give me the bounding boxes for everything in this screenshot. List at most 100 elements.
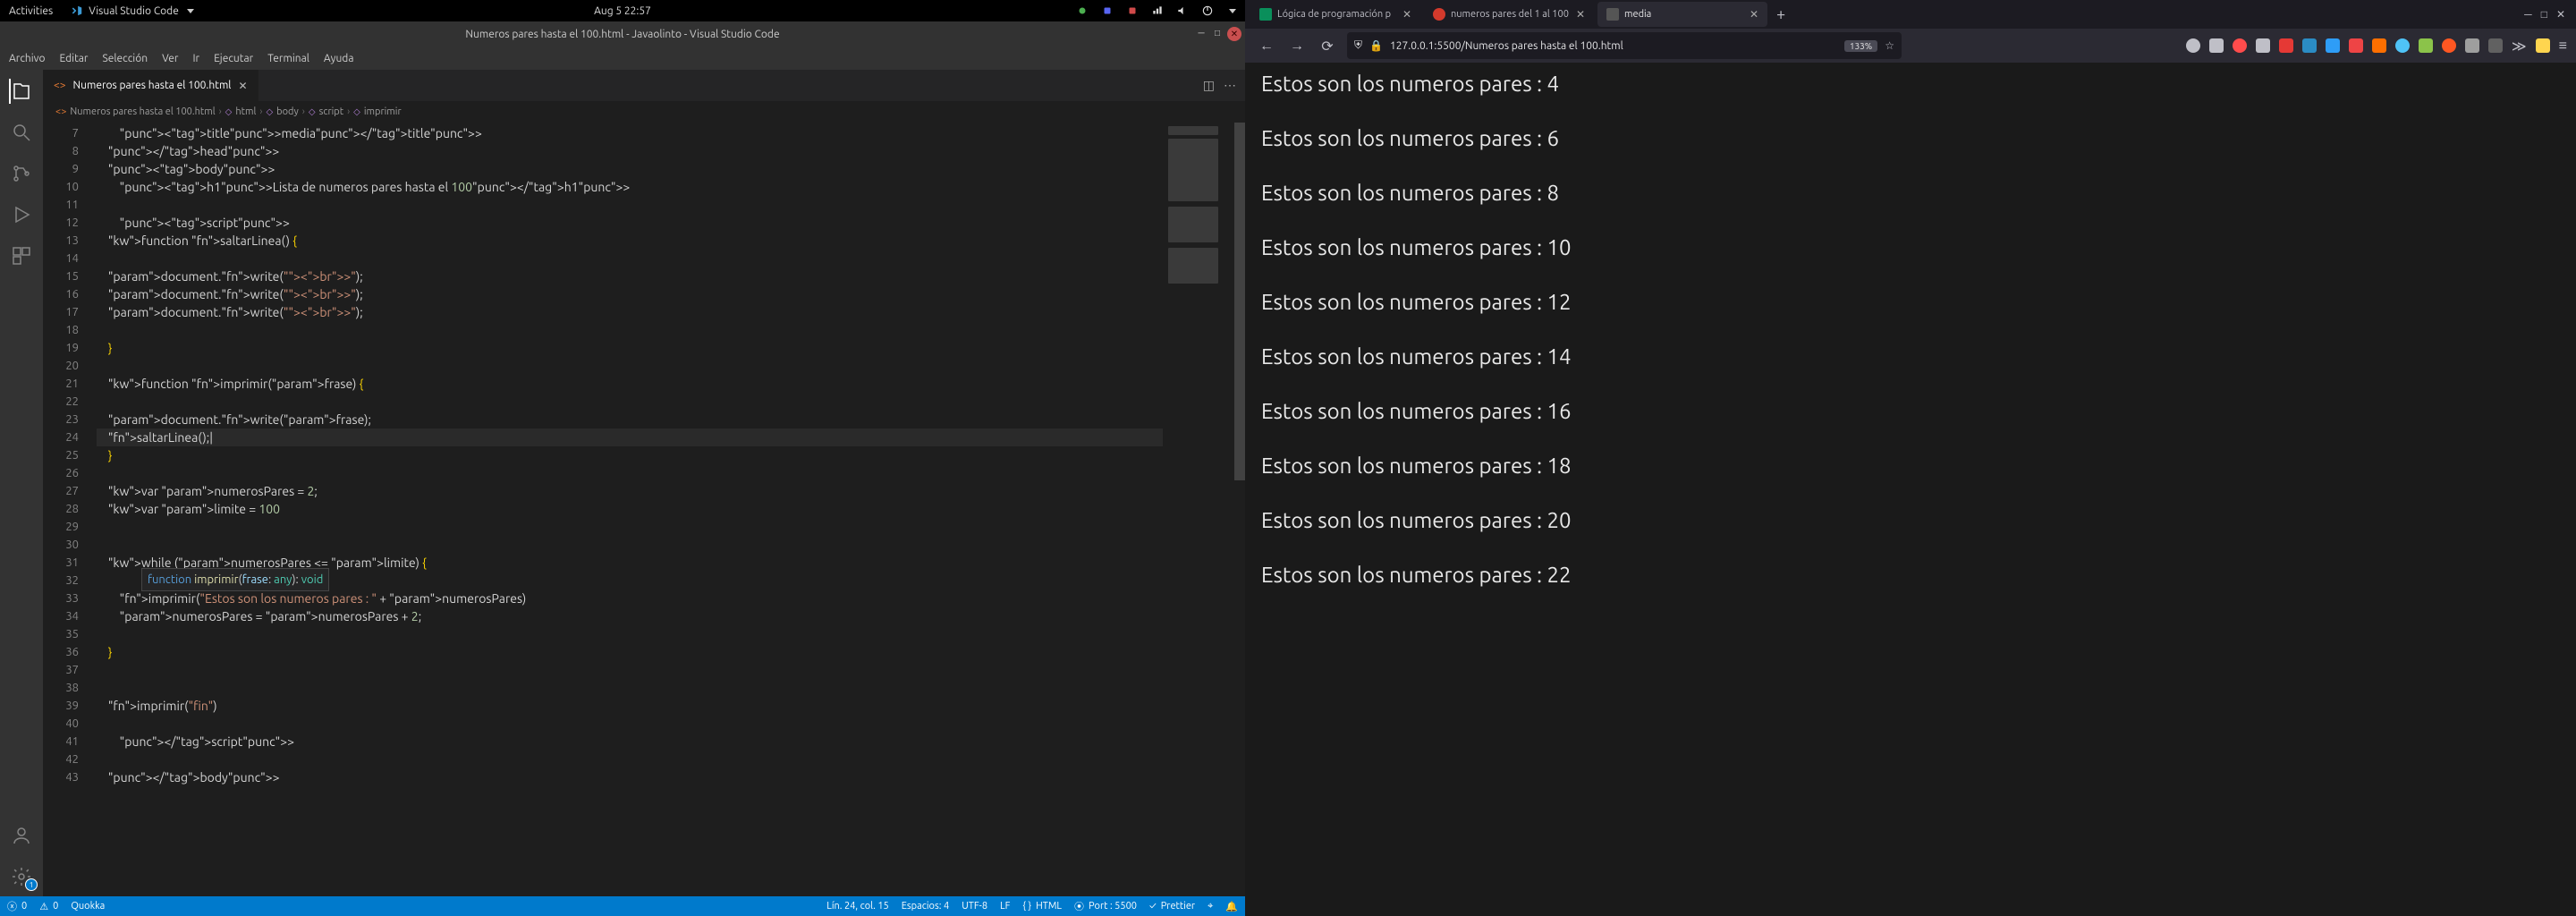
cursor-position[interactable]: Lín. 24, col. 15 bbox=[826, 901, 888, 912]
feedback-icon[interactable]: ⌖ bbox=[1208, 901, 1213, 912]
menu-item[interactable]: Ver bbox=[162, 53, 178, 64]
extension-icon[interactable] bbox=[2256, 38, 2270, 53]
browser-tab-active[interactable]: media ✕ bbox=[1597, 2, 1767, 27]
scrollbar-thumb[interactable] bbox=[1234, 123, 1245, 480]
prettier-status[interactable]: ✓ Prettier bbox=[1149, 901, 1195, 912]
output-line: Estos son los numeros pares : 20 bbox=[1261, 508, 2560, 532]
downloads-icon[interactable] bbox=[2209, 38, 2224, 53]
run-debug-icon[interactable] bbox=[9, 202, 34, 227]
chevron-down-icon bbox=[187, 9, 194, 13]
extensions-icon[interactable] bbox=[9, 243, 34, 268]
tray-icon bbox=[1126, 4, 1139, 17]
new-tab-button[interactable]: + bbox=[1771, 5, 1791, 23]
close-button[interactable]: ✕ bbox=[2556, 8, 2565, 21]
bookmark-star-icon[interactable]: ☆ bbox=[1885, 39, 1894, 52]
close-tab-icon[interactable]: ✕ bbox=[1576, 8, 1585, 21]
app-menu-icon[interactable]: ≡ bbox=[2559, 38, 2567, 55]
output-line: Estos son los numeros pares : 18 bbox=[1261, 454, 2560, 478]
indentation[interactable]: Espacios: 4 bbox=[902, 901, 949, 912]
editor-tab[interactable]: <> Numeros pares hasta el 100.html ✕ bbox=[43, 70, 259, 101]
extension-icon[interactable] bbox=[2349, 38, 2363, 53]
menu-item[interactable]: Editar bbox=[60, 53, 89, 64]
extension-icon[interactable] bbox=[2536, 38, 2550, 53]
output-line: Estos son los numeros pares : 6 bbox=[1261, 126, 2560, 150]
vscode-icon bbox=[71, 4, 83, 17]
html-file-icon: <> bbox=[54, 80, 66, 91]
line-numbers: 7891011121314151617181920212223242526272… bbox=[43, 123, 88, 896]
extension-icon[interactable] bbox=[2279, 38, 2293, 53]
signature-help: function imprimir(frase: any): void bbox=[141, 568, 329, 591]
menu-item[interactable]: Terminal bbox=[267, 53, 309, 64]
activities-button[interactable]: Activities bbox=[9, 5, 53, 17]
language-mode[interactable]: { } HTML bbox=[1022, 901, 1062, 912]
encoding[interactable]: UTF-8 bbox=[962, 901, 987, 912]
power-icon bbox=[1201, 4, 1214, 17]
quokka-status[interactable]: Quokka bbox=[71, 901, 105, 912]
output-line: Estos son los numeros pares : 14 bbox=[1261, 344, 2560, 369]
extension-icon[interactable] bbox=[2372, 38, 2386, 53]
account-icon[interactable] bbox=[9, 823, 34, 848]
eol[interactable]: LF bbox=[1000, 901, 1010, 912]
menu-item[interactable]: Selección bbox=[102, 53, 148, 64]
close-tab-icon[interactable]: ✕ bbox=[1750, 8, 1758, 21]
back-button[interactable]: ← bbox=[1254, 33, 1279, 58]
page-content: Estos son los numeros pares : 4 Estos son… bbox=[1245, 63, 2576, 916]
browser-tab[interactable]: Lógica de programación p ✕ bbox=[1250, 2, 1420, 27]
scrollbar[interactable] bbox=[1234, 123, 1245, 896]
problems-errors[interactable]: ⓧ 0 bbox=[7, 899, 27, 913]
output-line: Estos son los numeros pares : 4 bbox=[1261, 72, 2560, 96]
window-title: Numeros pares hasta el 100.html - Javaol… bbox=[465, 29, 779, 40]
code-editor[interactable]: 7891011121314151617181920212223242526272… bbox=[43, 123, 1245, 896]
chevron-down-icon bbox=[1229, 9, 1236, 13]
code-content[interactable]: "punc"><"tag">title"punc">>media"punc"><… bbox=[88, 123, 1163, 896]
pocket-icon[interactable] bbox=[2186, 38, 2200, 53]
close-tab-icon[interactable]: ✕ bbox=[1402, 8, 1411, 21]
menu-item[interactable]: Archivo bbox=[9, 53, 46, 64]
browser-tabs: Lógica de programación p ✕ numeros pares… bbox=[1245, 0, 2576, 29]
problems-warnings[interactable]: ⚠ 0 bbox=[39, 901, 58, 912]
close-tab-icon[interactable]: ✕ bbox=[238, 80, 247, 92]
minimap[interactable] bbox=[1163, 123, 1234, 896]
explorer-icon[interactable] bbox=[9, 79, 34, 104]
url-bar[interactable]: ⛨ 🔒 127.0.0.1:5500/Numeros pares hasta e… bbox=[1347, 32, 1902, 59]
system-tray[interactable] bbox=[1076, 4, 1236, 17]
network-icon bbox=[1151, 4, 1164, 17]
browser-tab[interactable]: numeros pares del 1 al 100 ✕ bbox=[1424, 2, 1594, 27]
extension-icon[interactable] bbox=[2419, 38, 2433, 53]
minimize-button[interactable]: ─ bbox=[1195, 27, 1208, 39]
breadcrumb[interactable]: <> Numeros pares hasta el 100.html ›◇htm… bbox=[43, 101, 1245, 123]
more-actions-icon[interactable]: ⋯ bbox=[1224, 78, 1236, 93]
extension-icon[interactable] bbox=[2442, 38, 2456, 53]
zoom-badge[interactable]: 133% bbox=[1844, 40, 1877, 52]
extension-icon[interactable] bbox=[2302, 38, 2317, 53]
tag-icon: ◇ bbox=[309, 106, 316, 117]
output-line: Estos son los numeros pares : 8 bbox=[1261, 181, 2560, 205]
reload-button[interactable]: ⟳ bbox=[1315, 33, 1340, 58]
menu-item[interactable]: Ejecutar bbox=[214, 53, 253, 64]
library-icon[interactable]: ≫ bbox=[2512, 38, 2527, 55]
maximize-button[interactable]: □ bbox=[1211, 27, 1224, 39]
menu-item[interactable]: Ayuda bbox=[324, 53, 354, 64]
source-control-icon[interactable] bbox=[9, 161, 34, 186]
extension-icon[interactable] bbox=[2326, 38, 2340, 53]
forward-button[interactable]: → bbox=[1284, 33, 1309, 58]
maximize-button[interactable]: □ bbox=[2541, 8, 2547, 21]
shield-icon: ⛨ bbox=[1354, 39, 1362, 52]
vscode-title-bar: Numeros pares hasta el 100.html - Javaol… bbox=[0, 21, 1245, 47]
notifications-icon[interactable]: 🔔 bbox=[1225, 901, 1238, 912]
minimize-button[interactable]: ─ bbox=[2524, 8, 2532, 21]
lock-icon: 🔒 bbox=[1369, 39, 1383, 52]
extension-icon[interactable] bbox=[2233, 38, 2247, 53]
settings-icon[interactable] bbox=[9, 864, 34, 889]
extension-icon[interactable] bbox=[2465, 38, 2479, 53]
browser-toolbar: ← → ⟳ ⛨ 🔒 127.0.0.1:5500/Numeros pares h… bbox=[1245, 29, 2576, 63]
extension-icon[interactable] bbox=[2488, 38, 2503, 53]
search-icon[interactable] bbox=[9, 120, 34, 145]
close-button[interactable]: ✕ bbox=[1227, 27, 1241, 41]
menu-item[interactable]: Ir bbox=[192, 53, 199, 64]
extension-icon[interactable] bbox=[2395, 38, 2410, 53]
live-server-port[interactable]: ⦿ Port : 5500 bbox=[1074, 899, 1137, 913]
split-editor-icon[interactable]: ◫ bbox=[1203, 78, 1215, 93]
current-app[interactable]: Visual Studio Code bbox=[71, 4, 194, 17]
clock[interactable]: Aug 5 22:57 bbox=[594, 5, 651, 17]
